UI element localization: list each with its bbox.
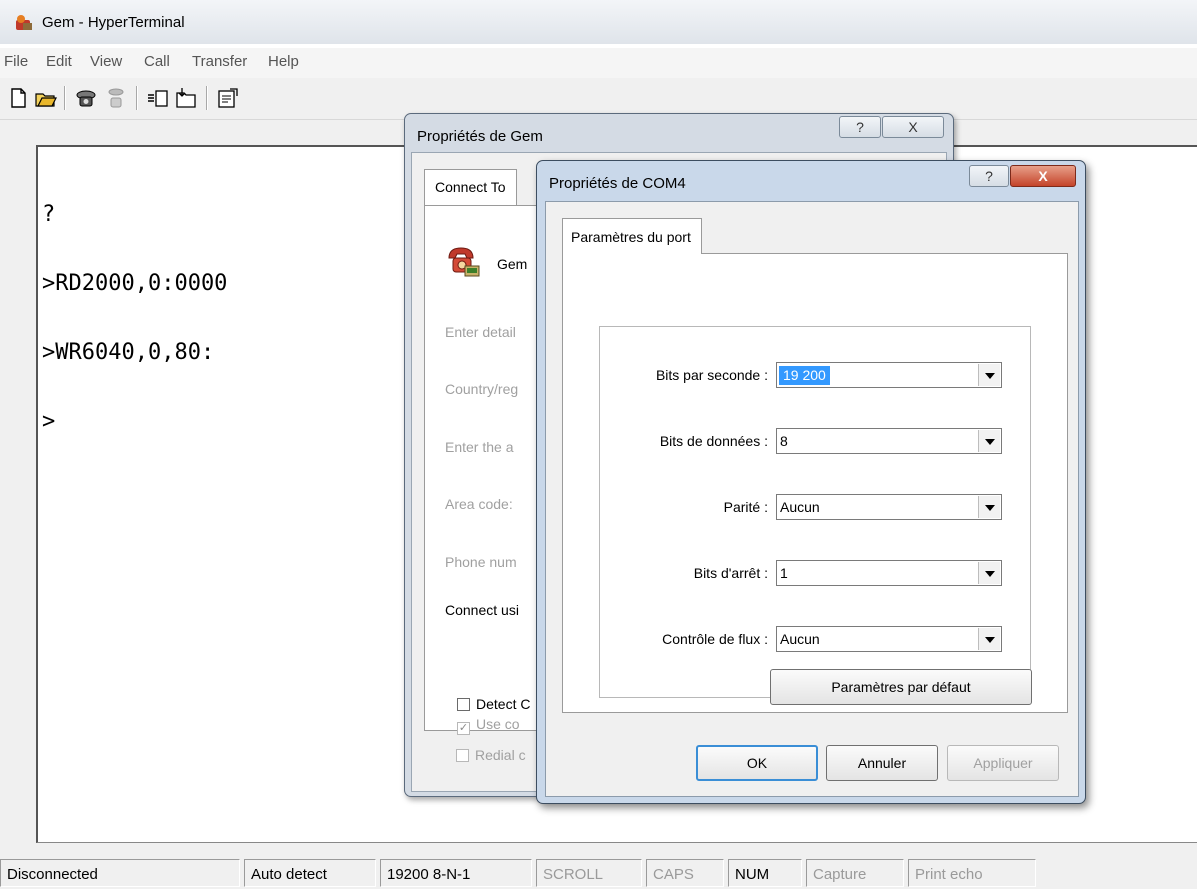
detect-checkbox[interactable] xyxy=(457,698,470,711)
help-button[interactable]: ? xyxy=(969,165,1009,187)
flow-control-select[interactable]: Aucun xyxy=(776,626,1002,652)
bits-per-second-label: Bits par seconde : xyxy=(655,367,768,383)
properties-icon[interactable] xyxy=(216,86,240,110)
phone-connection-icon xyxy=(448,247,480,277)
parity-select[interactable]: Aucun xyxy=(776,494,1002,520)
apply-button[interactable]: Appliquer xyxy=(947,745,1059,781)
help-icon: ? xyxy=(856,119,864,135)
flow-control-value: Aucun xyxy=(780,631,820,647)
menu-bar: File Edit View Call Transfer Help xyxy=(0,48,1197,78)
redial-checkbox-label: Redial c xyxy=(475,747,526,763)
use-code-checkbox-label: Use co xyxy=(476,716,520,732)
restore-defaults-button[interactable]: Paramètres par défaut xyxy=(770,669,1032,705)
data-bits-value: 8 xyxy=(780,433,788,449)
area-code-label: Area code: xyxy=(445,496,513,512)
enter-area-label: Enter the a xyxy=(445,439,514,455)
menu-file[interactable]: File xyxy=(4,53,28,70)
status-print-echo: Print echo xyxy=(908,859,1036,887)
dialog-title: Propriétés de Gem xyxy=(417,128,543,145)
menu-call[interactable]: Call xyxy=(144,53,170,70)
port-settings-panel: Bits par seconde : 19 200 Bits de donnée… xyxy=(562,253,1068,713)
redial-checkbox-row: Redial c xyxy=(456,747,526,763)
hyperterminal-icon xyxy=(16,15,32,30)
tab-connect-to[interactable]: Connect To xyxy=(424,169,517,205)
toolbar-separator xyxy=(136,86,138,110)
phone-disconnect-icon[interactable] xyxy=(104,86,128,110)
stop-bits-select[interactable]: 1 xyxy=(776,560,1002,586)
stop-bits-value: 1 xyxy=(780,565,788,581)
parity-label: Parité : xyxy=(723,499,768,515)
status-caps: CAPS xyxy=(646,859,724,887)
help-button[interactable]: ? xyxy=(839,116,881,138)
title-bar[interactable]: Gem - HyperTerminal xyxy=(0,0,1197,44)
ok-button[interactable]: OK xyxy=(696,745,818,781)
detect-checkbox-row[interactable]: Detect C xyxy=(457,696,530,712)
tab-port-settings[interactable]: Paramètres du port xyxy=(562,218,702,254)
redial-checkbox xyxy=(456,749,469,762)
close-icon: X xyxy=(1038,168,1048,184)
send-icon[interactable] xyxy=(146,86,170,110)
terminal-output: ? >RD2000,0:0000 >WR6040,0,80: > xyxy=(42,157,227,479)
use-code-checkbox-row: ✓ Use co xyxy=(457,716,520,735)
phone-number-label: Phone num xyxy=(445,554,517,570)
status-detect: Auto detect xyxy=(244,859,376,887)
status-capture: Capture xyxy=(806,859,904,887)
com4-properties-dialog: Propriétés de COM4 ? X Paramètres du por… xyxy=(536,160,1086,804)
chevron-down-icon[interactable] xyxy=(978,628,1000,650)
toolbar-separator xyxy=(206,86,208,110)
terminal-line: >WR6040,0,80: xyxy=(42,340,215,365)
menu-help[interactable]: Help xyxy=(268,53,299,70)
parity-value: Aucun xyxy=(780,499,820,515)
status-scroll: SCROLL xyxy=(536,859,642,887)
new-file-icon[interactable] xyxy=(6,86,30,110)
bits-per-second-select[interactable]: 19 200 xyxy=(776,362,1002,388)
terminal-line: ? xyxy=(42,202,56,227)
close-button[interactable]: X xyxy=(1010,165,1076,187)
flow-control-label: Contrôle de flux : xyxy=(662,631,768,647)
help-icon: ? xyxy=(985,168,993,184)
close-icon: X xyxy=(908,119,918,135)
data-bits-label: Bits de données : xyxy=(659,433,768,449)
status-settings: 19200 8-N-1 xyxy=(380,859,532,887)
dialog-body: Paramètres du port Bits par seconde : 19… xyxy=(545,201,1079,797)
terminal-line: > xyxy=(42,409,56,434)
menu-transfer[interactable]: Transfer xyxy=(192,53,247,70)
close-button[interactable]: X xyxy=(882,116,944,138)
connect-using-label: Connect usi xyxy=(445,602,519,618)
data-bits-select[interactable]: 8 xyxy=(776,428,1002,454)
status-bar: Disconnected Auto detect 19200 8-N-1 SCR… xyxy=(0,855,1197,889)
open-folder-icon[interactable] xyxy=(34,86,58,110)
connection-name: Gem xyxy=(497,256,528,272)
use-code-checkbox: ✓ xyxy=(457,722,470,735)
status-connection: Disconnected xyxy=(0,859,240,887)
window-title: Gem - HyperTerminal xyxy=(42,14,185,31)
dialog-title: Propriétés de COM4 xyxy=(549,175,686,192)
bits-per-second-value: 19 200 xyxy=(779,366,830,385)
chevron-down-icon[interactable] xyxy=(978,430,1000,452)
port-settings-group: Bits par seconde : 19 200 Bits de donnée… xyxy=(599,326,1031,698)
menu-edit[interactable]: Edit xyxy=(46,53,72,70)
connect-detail-label: Enter detail xyxy=(445,324,516,340)
stop-bits-label: Bits d'arrêt : xyxy=(693,565,768,581)
menu-view[interactable]: View xyxy=(90,53,122,70)
chevron-down-icon[interactable] xyxy=(978,364,1000,386)
cancel-button[interactable]: Annuler xyxy=(826,745,938,781)
status-num: NUM xyxy=(728,859,802,887)
toolbar-separator xyxy=(64,86,66,110)
detect-checkbox-label: Detect C xyxy=(476,696,531,712)
country-region-label: Country/reg xyxy=(445,381,519,397)
chevron-down-icon[interactable] xyxy=(978,496,1000,518)
chevron-down-icon[interactable] xyxy=(978,562,1000,584)
terminal-line: >RD2000,0:0000 xyxy=(42,271,228,296)
phone-connect-icon[interactable] xyxy=(74,86,98,110)
receive-icon[interactable] xyxy=(174,86,198,110)
